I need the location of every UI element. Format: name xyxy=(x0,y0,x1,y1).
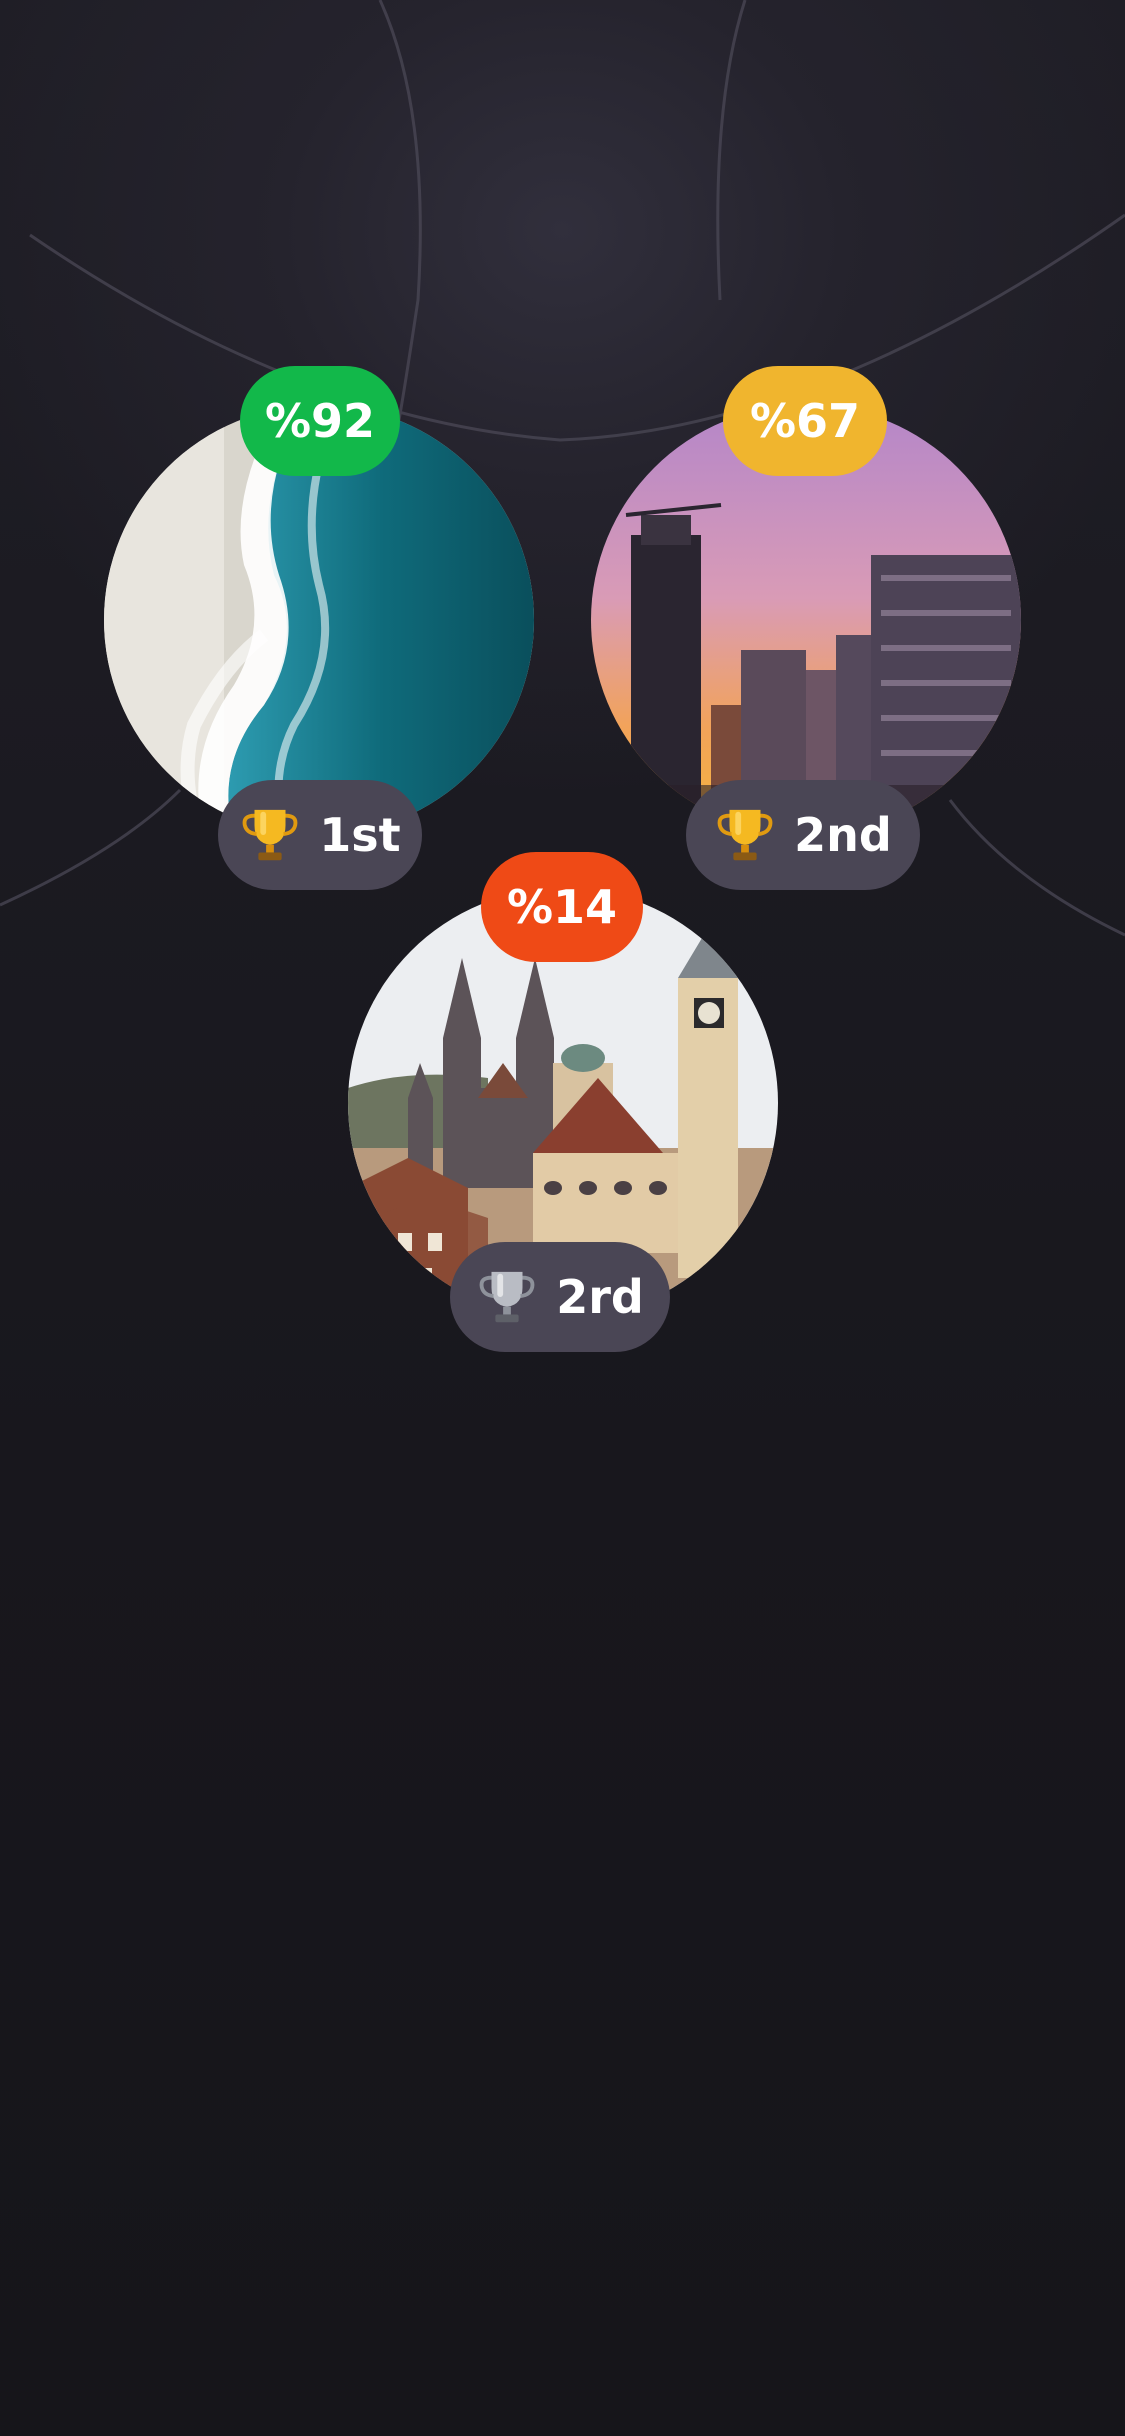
gold-trophy-icon xyxy=(714,804,776,866)
gold-trophy-icon xyxy=(239,804,301,866)
rank-badge-2rd[interactable]: 2rd xyxy=(450,1242,670,1352)
silver-trophy-icon xyxy=(476,1266,538,1328)
rank-label: 1st xyxy=(319,808,401,862)
rank-badge-1st[interactable]: 1st xyxy=(218,780,422,890)
percent-badge-3: %14 xyxy=(481,852,643,962)
rank-badge-2nd[interactable]: 2nd xyxy=(686,780,920,890)
rank-label: 2nd xyxy=(794,808,892,862)
percent-value: %67 xyxy=(749,394,861,448)
percent-badge-2: %67 xyxy=(723,366,887,476)
percent-badge-1: %92 xyxy=(240,366,400,476)
rank-label: 2rd xyxy=(556,1270,644,1324)
percent-value: %14 xyxy=(506,880,618,934)
percent-value: %92 xyxy=(264,394,376,448)
